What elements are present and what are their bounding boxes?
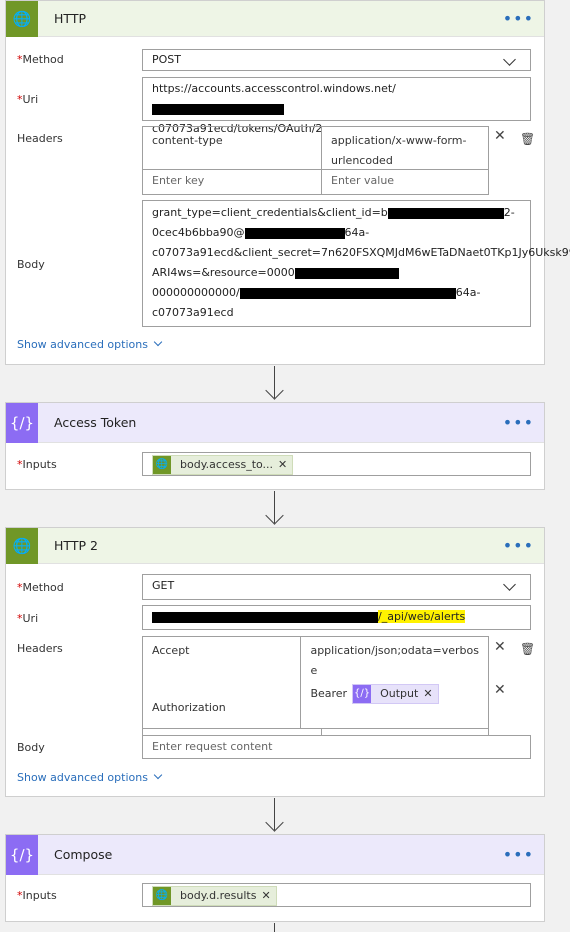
inputs-field[interactable]: 🌐 body.d.results ✕ [142, 883, 531, 907]
braces-icon: {∕} [353, 684, 372, 703]
header-row: content-type application/x-www-form-urle… [143, 127, 488, 170]
flow-connector [274, 923, 275, 932]
http-card-header[interactable]: 🌐 HTTP ••• [6, 0, 544, 37]
inputs-label: *Inputs [17, 458, 57, 471]
arrow-down-icon [265, 381, 284, 400]
dynamic-content-token[interactable]: 🌐 body.d.results ✕ [152, 886, 277, 906]
http-card-title: HTTP [54, 11, 86, 26]
redacted-block [387, 207, 504, 219]
http-action-card: 🌐 HTTP ••• *Method POST *Uri https://acc… [5, 0, 570, 365]
http2-card-title: HTTP 2 [54, 538, 98, 553]
dynamic-content-token[interactable]: {∕} Output ✕ [352, 683, 439, 704]
show-advanced-options-link[interactable]: Show advanced options [17, 337, 163, 351]
dynamic-content-token[interactable]: 🌐 body.access_to... ✕ [152, 455, 294, 475]
more-options-button[interactable]: ••• [503, 413, 534, 432]
braces-icon: {∕} [6, 834, 38, 875]
show-advanced-options-link[interactable]: Show advanced options [17, 770, 163, 784]
body-field[interactable]: Enter request content [142, 735, 531, 759]
access-token-card: {∕} Access Token ••• *Inputs 🌐 body.acce… [5, 402, 545, 490]
globe-icon: 🌐 [6, 527, 38, 564]
close-icon[interactable]: ✕ [261, 886, 275, 906]
access-token-header[interactable]: {∕} Access Token ••• [6, 402, 544, 443]
uri-label: *Uri [17, 93, 39, 106]
close-icon[interactable]: ✕ [423, 684, 437, 704]
header-keys: Accept Authorization [143, 637, 302, 728]
globe-icon: 🌐 [153, 456, 171, 474]
compose-card: {∕} Compose ••• *Inputs 🌐 body.d.results… [5, 834, 545, 922]
trash-icon[interactable]: 🗑 [520, 642, 535, 656]
close-icon[interactable]: ✕ [494, 639, 506, 655]
trash-icon[interactable]: 🗑 [520, 132, 535, 146]
header-value[interactable]: application/json;odata=verbos e [310, 641, 479, 681]
chevron-down-icon [154, 337, 163, 347]
headers-label: Headers [17, 642, 63, 655]
header-new-row: Enter key Enter value [143, 170, 488, 194]
close-icon[interactable]: ✕ [494, 682, 506, 698]
enter-value-input[interactable]: Enter value [322, 170, 488, 194]
enter-key-input[interactable]: Enter key [143, 170, 322, 194]
token-label: Output [380, 686, 419, 700]
globe-icon: 🌐 [6, 0, 38, 37]
method-label: *Method [17, 53, 64, 66]
chevron-down-icon [154, 770, 163, 780]
redacted-block [152, 103, 284, 115]
uri-label: *Uri [17, 612, 39, 625]
header-value[interactable]: Bearer {∕} Output ✕ [310, 683, 479, 704]
headers-table: content-type application/x-www-form-urle… [142, 126, 489, 195]
braces-icon: {∕} [6, 402, 38, 443]
chevron-down-icon [503, 53, 516, 66]
redacted-block [244, 227, 345, 239]
arrow-down-icon [265, 813, 284, 832]
headers-label: Headers [17, 132, 63, 145]
token-label: body.d.results [180, 889, 257, 902]
arrow-down-icon [265, 506, 284, 525]
inputs-field[interactable]: 🌐 body.access_to... ✕ [142, 452, 531, 476]
more-options-button[interactable]: ••• [503, 536, 534, 555]
method-label: *Method [17, 581, 64, 594]
redacted-block [294, 267, 399, 279]
method-select[interactable]: GET [142, 574, 531, 600]
chevron-down-icon [503, 578, 516, 591]
http2-card-header[interactable]: 🌐 HTTP 2 ••• [6, 527, 544, 564]
uri-field[interactable]: /_api/web/alerts [142, 605, 531, 630]
close-icon[interactable]: ✕ [278, 455, 292, 475]
token-label: body.access_to... [180, 458, 274, 471]
method-select[interactable]: POST [142, 49, 531, 71]
body-label: Body [17, 741, 45, 754]
uri-field[interactable]: https://accounts.accesscontrol.windows.n… [142, 77, 531, 135]
redacted-block [152, 611, 378, 623]
more-options-button[interactable]: ••• [503, 845, 534, 864]
globe-icon: 🌐 [153, 887, 171, 905]
compose-title: Compose [54, 847, 113, 862]
uri-path: /_api/web/alerts [378, 610, 466, 623]
body-field[interactable]: grant_type=client_credentials&client_id=… [142, 200, 570, 327]
header-values: application/json;odata=verbos e Bearer {∕… [301, 637, 488, 728]
header-key[interactable]: Authorization [152, 698, 291, 718]
close-icon[interactable]: ✕ [494, 128, 506, 144]
header-key[interactable]: Accept [152, 641, 291, 661]
access-token-title: Access Token [54, 415, 137, 430]
more-options-button[interactable]: ••• [503, 9, 534, 28]
body-label: Body [17, 258, 45, 271]
header-value[interactable]: application/x-www-form-urlencoded [322, 127, 488, 169]
http2-action-card: 🌐 HTTP 2 ••• *Method GET *Uri /_api/web/… [5, 527, 545, 797]
header-key[interactable]: content-type [143, 127, 322, 169]
header-rows: Accept Authorization application/json;od… [143, 637, 488, 729]
redacted-block [239, 287, 456, 299]
compose-header[interactable]: {∕} Compose ••• [6, 834, 544, 875]
inputs-label: *Inputs [17, 889, 57, 902]
